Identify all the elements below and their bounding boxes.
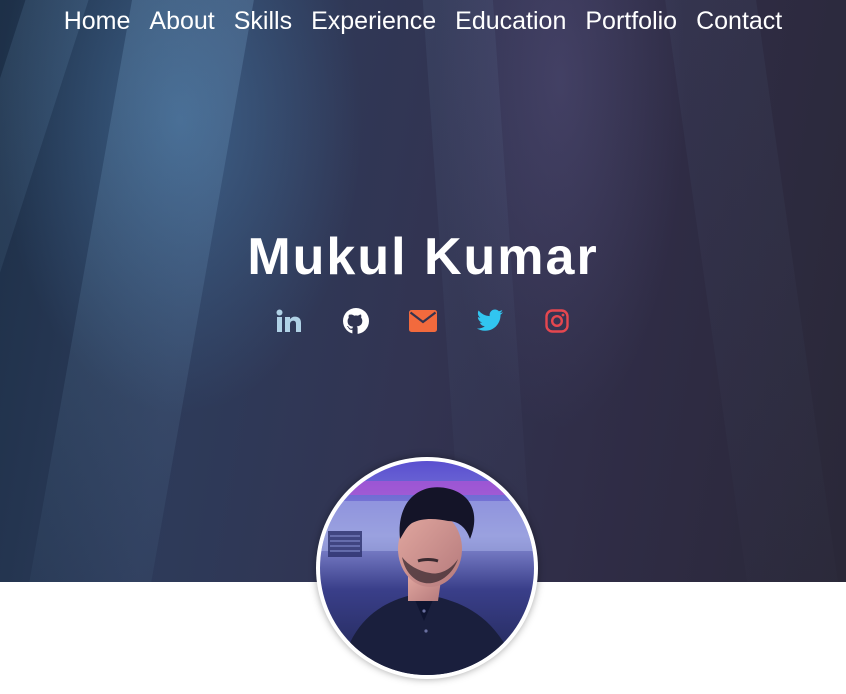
portfolio-page: Home About Skills Experience Education P… — [0, 0, 846, 694]
social-links — [0, 307, 846, 335]
nav-about-link[interactable]: About — [149, 6, 214, 36]
linkedin-icon — [276, 309, 302, 333]
email-link[interactable] — [409, 307, 437, 335]
main-nav: Home About Skills Experience Education P… — [0, 6, 846, 36]
nav-education-link[interactable]: Education — [455, 6, 566, 36]
instagram-icon — [545, 309, 569, 333]
profile-name: Mukul Kumar — [247, 228, 599, 286]
nav-home-link[interactable]: Home — [64, 6, 131, 36]
nav-contact-link[interactable]: Contact — [696, 6, 782, 36]
nav-skills-link[interactable]: Skills — [234, 6, 292, 36]
github-icon — [342, 307, 370, 335]
profile-photo-frame — [316, 457, 538, 679]
light-beam — [660, 0, 846, 582]
twitter-link[interactable] — [476, 307, 504, 335]
nav-portfolio-link[interactable]: Portfolio — [585, 6, 677, 36]
github-link[interactable] — [342, 307, 370, 335]
instagram-link[interactable] — [543, 307, 571, 335]
profile-photo — [320, 461, 534, 675]
linkedin-link[interactable] — [275, 307, 303, 335]
nav-experience-link[interactable]: Experience — [311, 6, 436, 36]
envelope-icon — [409, 310, 437, 332]
twitter-icon — [476, 309, 504, 333]
